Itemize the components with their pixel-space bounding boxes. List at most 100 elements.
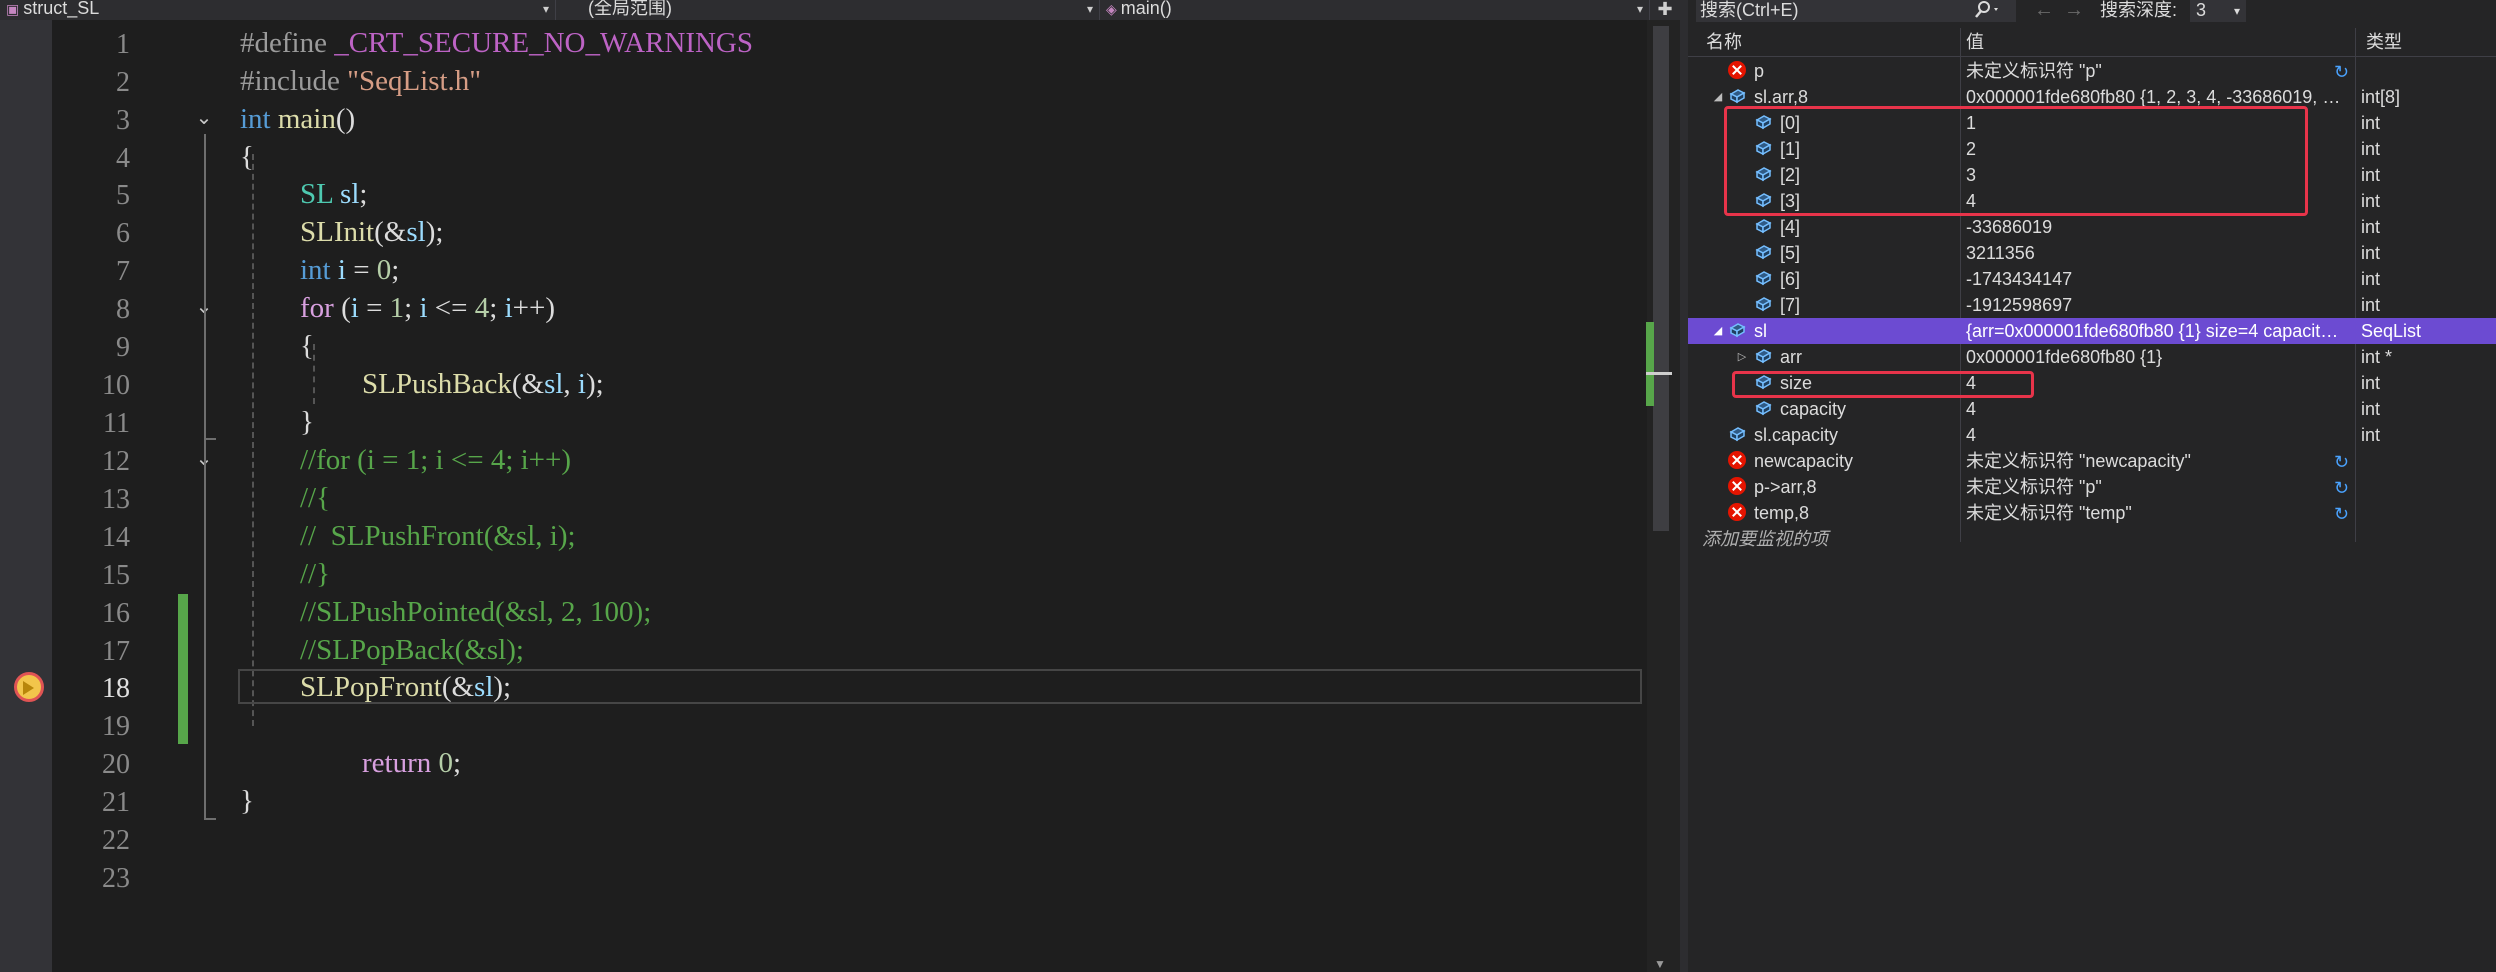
scrollbar-thumb[interactable]: [1653, 26, 1669, 531]
breakpoint-margin[interactable]: [0, 20, 52, 972]
watch-name: [4]: [1780, 217, 1801, 237]
overview-change-marker: [1646, 322, 1654, 406]
expand-triangle-icon[interactable]: ▷: [1736, 344, 1748, 370]
function-token: SLPopFront: [300, 671, 442, 703]
search-next-arrow-icon[interactable]: →: [2064, 0, 2084, 20]
watch-row[interactable]: p 未定义标识符 "p" ↻: [1688, 58, 2496, 84]
code-line-21: }: [240, 782, 254, 820]
watch-type: int: [2361, 425, 2381, 445]
object-icon: [1754, 269, 1772, 287]
line-number: 6: [116, 218, 130, 249]
watch-row[interactable]: [6] -1743434147 int: [1688, 266, 2496, 292]
navigation-bar: ▣ struct_SL ▾ (全局范围) ▾ ◈ main() ▾ ✚: [0, 0, 1680, 20]
line-number: 4: [116, 143, 130, 174]
chevron-down-icon: ▾: [542, 2, 549, 16]
object-icon: [1728, 87, 1746, 105]
object-icon: [1754, 399, 1772, 417]
scope-dropdown[interactable]: (全局范围) ▾: [556, 0, 1100, 20]
scope-dropdown-label: (全局范围): [588, 0, 672, 18]
code-line-16: //SLPushPointed(&sl, 2, 100);: [300, 596, 652, 628]
highlight-box-size: [1732, 371, 2034, 398]
punct-token: =: [358, 292, 390, 324]
refresh-icon[interactable]: ↻: [2334, 501, 2349, 527]
column-header-value[interactable]: 值: [1960, 28, 2360, 56]
watch-type: int: [2361, 373, 2381, 393]
watch-value: 未定义标识符 "newcapacity": [1966, 451, 2191, 471]
watch-row[interactable]: [5] 3211356 int: [1688, 240, 2496, 266]
preprocessor-token: #define: [240, 27, 327, 59]
watch-name: temp,8: [1754, 503, 1810, 523]
refresh-icon[interactable]: ↻: [2334, 59, 2349, 85]
watch-row[interactable]: [4] -33686019 int: [1688, 214, 2496, 240]
search-depth-dropdown[interactable]: 3 ▾: [2190, 0, 2246, 22]
keyword-token: for: [300, 292, 334, 324]
line-number: 14: [102, 522, 130, 553]
line-number-current: 18: [102, 673, 130, 704]
column-header-type[interactable]: 类型: [2360, 28, 2496, 56]
line-number: 2: [116, 67, 130, 98]
error-icon: [1728, 61, 1746, 79]
code-line-18: SLPopFront(&sl);: [300, 668, 511, 706]
function-dropdown-label: main(): [1120, 0, 1172, 18]
refresh-icon[interactable]: ↻: [2334, 449, 2349, 475]
punct-token: );: [493, 671, 512, 703]
code-line-14: // SLPushFront(&sl, i);: [300, 520, 576, 552]
watch-value: -1912598697: [1966, 295, 2073, 315]
watch-value: 4: [1966, 399, 1977, 419]
collapse-triangle-icon[interactable]: ◢: [1712, 318, 1724, 344]
project-dropdown-label: struct_SL: [23, 0, 100, 18]
brace-token: }: [240, 785, 254, 817]
watch-toolbar: 搜索(Ctrl+E) ← → 搜索深度: 3 ▾: [1688, 0, 2496, 24]
punct-token: =: [345, 254, 377, 286]
watch-value: 未定义标识符 "temp": [1966, 503, 2132, 523]
watch-type: int: [2361, 217, 2381, 237]
watch-row-selected[interactable]: ◢ sl {arr=0x000001fde680fb80 {1} size=4 …: [1688, 318, 2496, 344]
watch-row[interactable]: sl.capacity 4 int: [1688, 422, 2496, 448]
watch-row[interactable]: p->arr,8 未定义标识符 "p" ↻: [1688, 474, 2496, 500]
code-line-1: #define _CRT_SECURE_NO_WARNINGS: [240, 24, 753, 62]
fold-chevron-icon[interactable]: ⌄: [193, 107, 215, 129]
watch-name: newcapacity: [1754, 451, 1854, 471]
search-icon[interactable]: [1972, 0, 2012, 22]
add-watch-item-row[interactable]: 添加要监视的项: [1688, 526, 2496, 552]
watch-type: int: [2361, 165, 2381, 185]
macro-token: _CRT_SECURE_NO_WARNINGS: [326, 27, 754, 59]
watch-type: int[8]: [2361, 87, 2401, 107]
collapse-triangle-icon[interactable]: ◢: [1712, 84, 1724, 110]
keyword-token: int: [240, 103, 271, 135]
refresh-icon[interactable]: ↻: [2334, 475, 2349, 501]
keyword-token: int: [300, 254, 331, 286]
type-token: SL: [300, 178, 333, 210]
watch-type: int *: [2361, 347, 2393, 367]
watch-row[interactable]: newcapacity 未定义标识符 "newcapacity" ↻: [1688, 448, 2496, 474]
string-token: "SeqList.h": [339, 65, 482, 97]
brace-token: }: [300, 406, 314, 438]
chevron-down-icon: ▾: [2233, 4, 2240, 18]
line-number: 16: [102, 598, 130, 629]
search-previous-arrow-icon[interactable]: ←: [2034, 0, 2054, 20]
watch-row[interactable]: ▷ arr 0x000001fde680fb80 {1} int *: [1688, 344, 2496, 370]
watch-search-input[interactable]: 搜索(Ctrl+E): [1696, 0, 2016, 22]
code-editor[interactable]: ▣ struct_SL ▾ (全局范围) ▾ ◈ main() ▾ ✚ 1 2 3 …: [0, 0, 1680, 972]
changed-lines-bar: [178, 594, 188, 744]
pane-splitter[interactable]: [1680, 0, 1688, 972]
line-number: 11: [103, 408, 130, 439]
project-icon: ▣: [6, 1, 20, 17]
indent-guide: [252, 154, 254, 726]
punct-token: );: [585, 368, 604, 400]
watch-row[interactable]: temp,8 未定义标识符 "temp" ↻: [1688, 500, 2496, 526]
project-dropdown[interactable]: ▣ struct_SL ▾: [0, 0, 556, 20]
variable-token: sl: [406, 216, 426, 248]
watch-row[interactable]: [7] -1912598697 int: [1688, 292, 2496, 318]
code-line-3: int main(): [240, 100, 355, 138]
error-icon: [1728, 451, 1746, 469]
watch-type: int: [2361, 191, 2381, 211]
function-token: main: [270, 103, 336, 135]
watch-row[interactable]: capacity 4 int: [1688, 396, 2496, 422]
scroll-down-arrow-icon[interactable]: ▼: [1654, 957, 1666, 971]
function-dropdown[interactable]: ◈ main() ▾: [1100, 0, 1650, 20]
watch-value: 4: [1966, 425, 1977, 445]
punct-token: );: [425, 216, 444, 248]
split-window-icon[interactable]: ✚: [1650, 0, 1680, 20]
column-header-name[interactable]: 名称: [1700, 28, 1960, 56]
